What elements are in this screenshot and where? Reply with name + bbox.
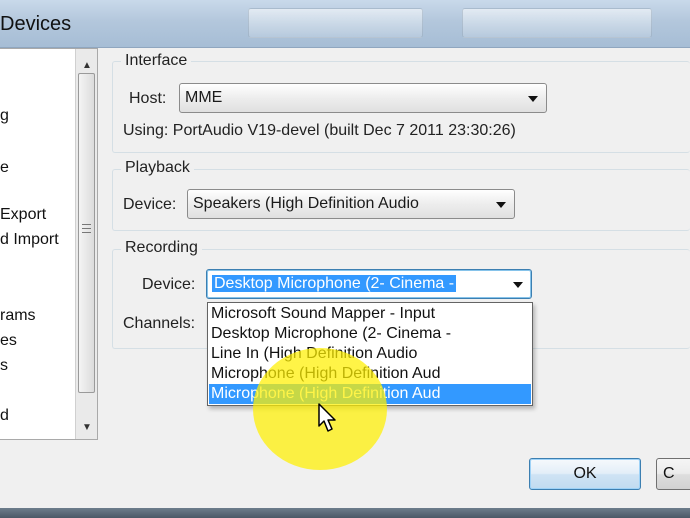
scrollbar-thumb[interactable] [78,73,95,393]
dropdown-option[interactable]: Microphone (High Definition Aud [209,364,531,384]
preferences-window: g e Export d Import rams es s d ▲ ▼ Inte… [0,48,690,508]
category-list[interactable]: g e Export d Import rams es s d ▲ ▼ [0,48,98,440]
chevron-down-icon [528,96,538,102]
channels-label: Channels: [123,315,196,332]
playback-device-value: Speakers (High Definition Audio [193,195,419,212]
playback-device-select[interactable]: Speakers (High Definition Audio [187,189,515,219]
recording-group-label: Recording [121,239,202,257]
using-text: Using: PortAudio V19-devel (built Dec 7 … [123,122,516,139]
playback-group-label: Playback [121,159,194,177]
background-toolbar-blur [248,8,423,38]
category-item[interactable]: g [0,107,9,125]
host-label: Host: [129,90,167,107]
window-bottom-edge [0,508,690,518]
background-toolbar-blur [462,8,652,38]
category-item[interactable]: Export [0,206,46,224]
category-item[interactable]: d [0,407,9,425]
dropdown-option[interactable]: Microsoft Sound Mapper - Input [209,304,531,324]
recording-device-dropdown[interactable]: Microsoft Sound Mapper - Input Desktop M… [207,302,533,406]
ok-button[interactable]: OK [529,458,641,490]
playback-device-label: Device: [123,196,177,213]
host-value: MME [185,89,223,106]
grip-icon [82,224,91,233]
dropdown-option-highlighted[interactable]: Microphone (High Definition Aud [209,384,531,404]
category-item[interactable]: rams [0,307,36,325]
cancel-button[interactable]: C [656,458,690,490]
title-bar: Devices [0,0,690,48]
interface-group-label: Interface [121,52,192,70]
dropdown-option[interactable]: Desktop Microphone (2- Cinema - [209,324,531,344]
chevron-down-icon [513,282,523,288]
dropdown-option[interactable]: Line In (High Definition Audio [209,344,531,364]
category-item[interactable]: d Import [0,231,59,249]
category-scrollbar[interactable]: ▲ ▼ [75,49,97,439]
category-item[interactable]: es [0,332,17,350]
category-item[interactable]: s [0,357,8,375]
scroll-down-icon[interactable]: ▼ [76,417,98,439]
category-item[interactable]: e [0,159,9,177]
recording-device-value: Desktop Microphone (2- Cinema - [212,275,457,292]
host-select[interactable]: MME [179,83,547,113]
chevron-down-icon [496,202,506,208]
mouse-cursor-icon [318,403,336,432]
window-title: Devices [0,13,72,35]
recording-device-label: Device: [142,276,196,293]
recording-device-select[interactable]: Desktop Microphone (2- Cinema - [206,269,532,299]
